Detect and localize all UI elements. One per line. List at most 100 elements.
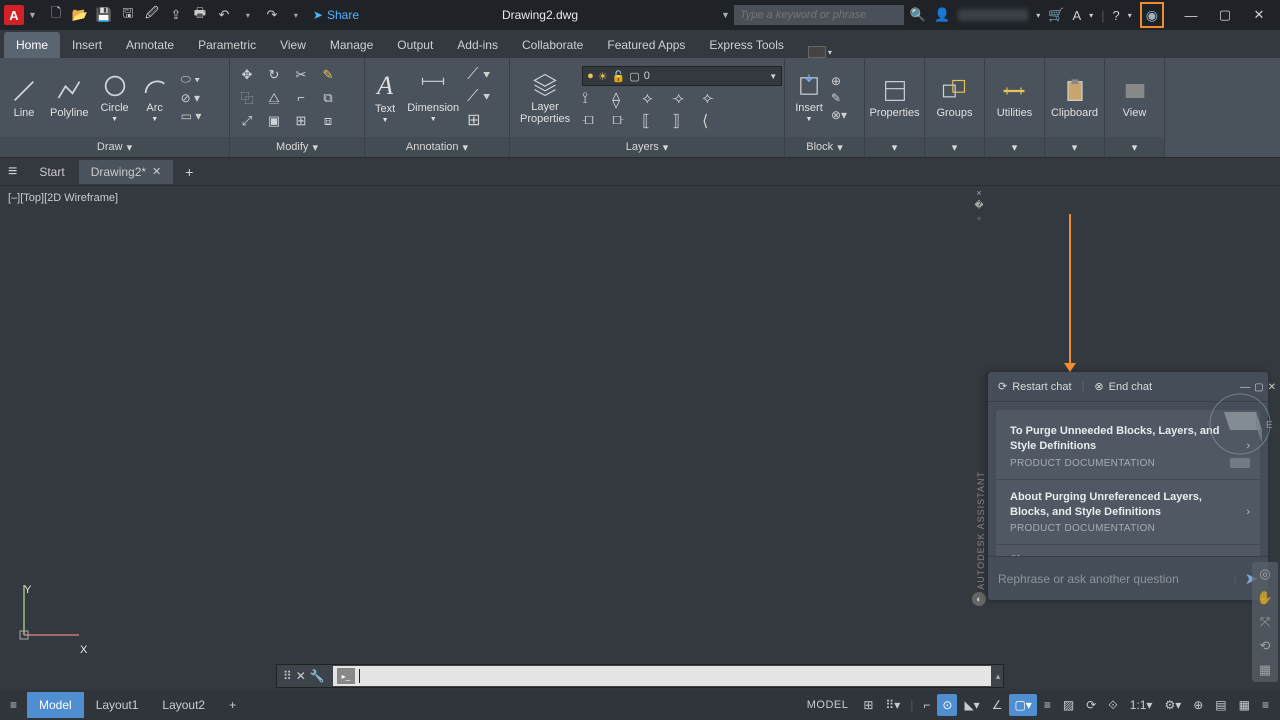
doc-result-2[interactable]: About Purging Unreferenced Layers, Block…: [996, 480, 1260, 546]
layer-tool[interactable]: ⟟: [582, 90, 604, 108]
tab-collaborate[interactable]: Collaborate: [510, 32, 595, 58]
tab-parametric[interactable]: Parametric: [186, 32, 268, 58]
minimize-icon[interactable]: —: [1174, 0, 1208, 30]
share-button[interactable]: ➤ Share: [313, 8, 359, 22]
tool-explode[interactable]: ⧉: [317, 88, 339, 108]
panel-clipboard-expand[interactable]: ▾: [1045, 137, 1104, 157]
layer-tool[interactable]: ⟦: [642, 111, 664, 129]
cmd-handle-icon[interactable]: ⠿: [283, 669, 292, 683]
tab-addins[interactable]: Add-ins: [445, 32, 510, 58]
nav-pan-icon[interactable]: ✋: [1257, 590, 1273, 606]
status-quickprops[interactable]: ▦: [1234, 694, 1255, 716]
cmd-customize-icon[interactable]: 🔧: [310, 669, 325, 683]
tool-clipboard[interactable]: Clipboard: [1047, 75, 1102, 121]
status-gear[interactable]: ⚙▾: [1159, 694, 1186, 716]
tab-home[interactable]: Home: [4, 32, 60, 58]
tool-rotate[interactable]: ↻: [263, 65, 285, 85]
cmd-close-icon[interactable]: ✕: [296, 669, 306, 683]
layer-dropdown[interactable]: ● ☀ 🔓 ▢ 0 ▼: [582, 66, 782, 86]
block-edit[interactable]: ✎: [831, 91, 847, 105]
help-search-input[interactable]: [734, 5, 904, 25]
cmd-recent-icon[interactable]: ▴: [993, 671, 1003, 682]
close-icon[interactable]: ✕: [1242, 0, 1276, 30]
tool-line[interactable]: Line: [6, 75, 42, 121]
tab-annotate[interactable]: Annotate: [114, 32, 186, 58]
tool-arc[interactable]: Arc▼: [137, 70, 173, 125]
cart-icon[interactable]: 🛒: [1048, 7, 1064, 23]
assistant-collapse-icon[interactable]: ◐: [972, 592, 986, 606]
tool-trim[interactable]: ✂: [290, 65, 312, 85]
layer-tool[interactable]: ⟧: [672, 111, 694, 129]
file-tab-start[interactable]: Start: [27, 160, 76, 184]
panel-block-label[interactable]: Block ▾: [785, 137, 864, 157]
plot-icon[interactable]: 🖶: [191, 6, 209, 24]
show-more-button[interactable]: Show more⌄: [996, 545, 1260, 556]
doc-result-1[interactable]: To Purge Unneeded Blocks, Layers, and St…: [996, 414, 1260, 480]
status-scale[interactable]: 1:1▾: [1125, 694, 1158, 716]
layout-tab-1[interactable]: Layout1: [84, 692, 151, 718]
vp-min-icon[interactable]: —: [1240, 382, 1250, 398]
nav-orbit-icon[interactable]: ⟲: [1260, 638, 1271, 654]
tool-leader2[interactable]: ⟋ ▾: [467, 88, 490, 106]
tool-groups[interactable]: Groups: [932, 75, 976, 121]
open-icon[interactable]: 📂: [71, 6, 89, 24]
tool-hatch[interactable]: ⊘ ▾: [181, 91, 202, 105]
nav-wheel-icon[interactable]: ◎: [1259, 566, 1270, 582]
saveas-icon[interactable]: 🖫: [119, 6, 137, 24]
tab-output[interactable]: Output: [385, 32, 445, 58]
tool-text[interactable]: AText▼: [371, 69, 399, 126]
tool-scale[interactable]: ▣: [263, 111, 285, 131]
status-monitor[interactable]: ⊕: [1188, 694, 1208, 716]
tool-layer-properties[interactable]: Layer Properties: [516, 69, 574, 127]
close-tab-icon[interactable]: ✕: [152, 165, 161, 178]
tool-fillet[interactable]: ⌐: [290, 88, 312, 108]
tab-view[interactable]: View: [268, 32, 318, 58]
web-open-icon[interactable]: 🖉: [143, 6, 161, 24]
layer-tool[interactable]: ⟢: [672, 90, 694, 108]
command-line[interactable]: ⠿ ✕ 🔧 ▸_ ▴: [276, 664, 1004, 688]
tool-offset[interactable]: ⧈: [317, 111, 339, 131]
app-menu-caret-icon[interactable]: ▼: [28, 10, 37, 20]
status-grid[interactable]: ⊞: [858, 694, 878, 716]
panel-layers-label[interactable]: Layers ▾: [510, 137, 784, 157]
status-osnap-track[interactable]: ∠: [987, 694, 1008, 716]
help-icon[interactable]: ?: [1113, 8, 1120, 23]
layer-tool[interactable]: ⟡: [642, 90, 664, 108]
status-units[interactable]: ▤: [1210, 694, 1231, 716]
tool-erase-pencil[interactable]: ✎: [317, 65, 339, 85]
nav-zoom-icon[interactable]: ⤧: [1260, 614, 1270, 630]
tool-utilities[interactable]: Utilities: [993, 75, 1036, 121]
tool-view[interactable]: View: [1117, 75, 1153, 121]
tool-dimension[interactable]: Dimension▼: [403, 70, 463, 125]
assistant-toggle-highlighted[interactable]: ◉: [1140, 2, 1164, 28]
tool-properties[interactable]: Properties: [865, 75, 923, 121]
tool-leader[interactable]: ⟋ ▾: [467, 66, 490, 84]
redo-icon[interactable]: ↷: [263, 6, 281, 24]
app-switcher-icon[interactable]: А: [1072, 8, 1081, 23]
status-customize[interactable]: ≡: [1257, 694, 1274, 716]
tool-array[interactable]: ⊞: [290, 111, 312, 131]
save-icon[interactable]: 💾: [95, 6, 113, 24]
panel-pin-icon[interactable]: �: [974, 200, 984, 211]
tool-polyline[interactable]: Polyline: [46, 75, 93, 121]
tab-express-tools[interactable]: Express Tools: [697, 32, 795, 58]
tool-table[interactable]: ⊞: [467, 110, 490, 130]
nav-showmotion-icon[interactable]: ▦: [1259, 662, 1271, 678]
assistant-input[interactable]: [998, 565, 1226, 593]
status-model-label[interactable]: MODEL: [799, 695, 857, 715]
file-tab-drawing[interactable]: Drawing2* ✕: [79, 160, 174, 184]
panel-view-expand[interactable]: ▾: [1105, 137, 1164, 157]
panel-groups-expand[interactable]: ▾: [925, 137, 984, 157]
status-polar[interactable]: ⊙: [937, 694, 957, 716]
tab-insert[interactable]: Insert: [60, 32, 114, 58]
block-create[interactable]: ⊕: [831, 74, 847, 88]
panel-close-icon[interactable]: ×: [974, 188, 984, 198]
maximize-icon[interactable]: ▢: [1208, 0, 1242, 30]
layer-tool[interactable]: ⟤: [582, 111, 604, 129]
panel-annotation-label[interactable]: Annotation ▾: [365, 137, 509, 157]
tool-stretch[interactable]: ⤢: [236, 111, 258, 131]
layer-tool[interactable]: ⟣: [702, 90, 724, 108]
tool-insert-block[interactable]: Insert▼: [791, 70, 827, 125]
layout-tab-model[interactable]: Model: [27, 692, 84, 718]
user-icon[interactable]: 👤: [934, 7, 950, 23]
